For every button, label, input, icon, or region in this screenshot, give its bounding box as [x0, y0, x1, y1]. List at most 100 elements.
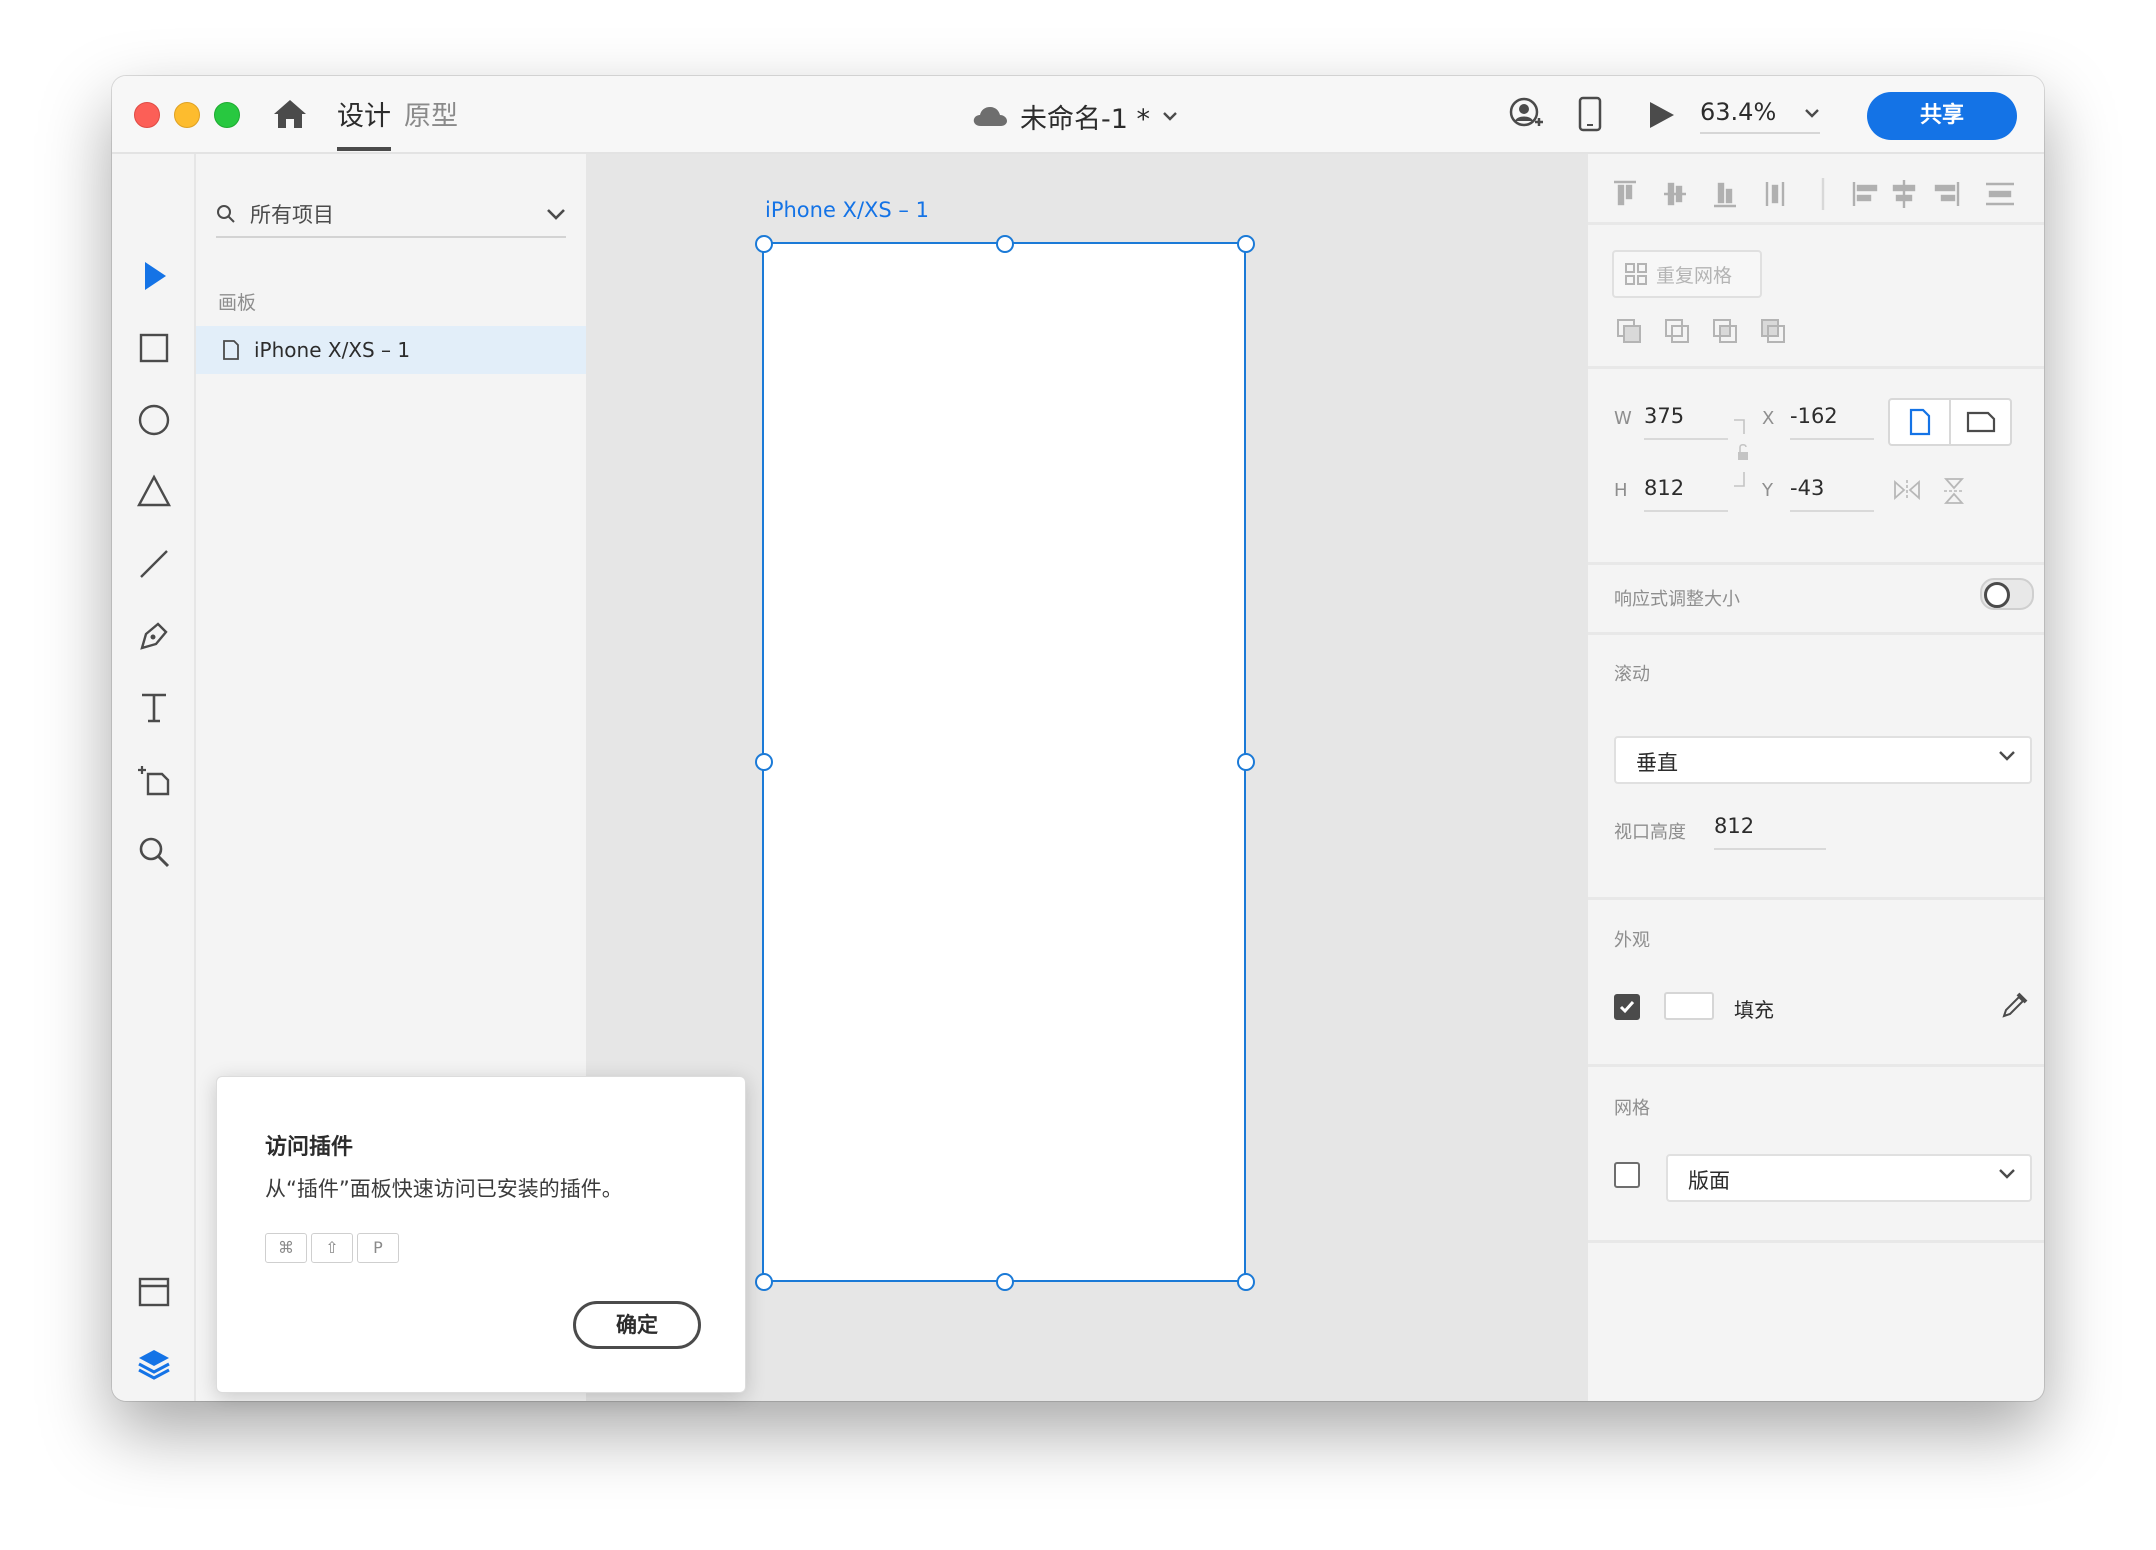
document-title-menu[interactable]: 未命名-1 * — [972, 96, 1178, 136]
flip-horizontal-icon[interactable] — [1892, 478, 1922, 502]
chevron-down-icon[interactable] — [546, 208, 566, 220]
artboard-tool-icon[interactable] — [136, 762, 172, 798]
resize-handle-right[interactable] — [1237, 753, 1255, 771]
repeat-grid-label: 重复网格 — [1656, 264, 1733, 287]
y-label: Y — [1762, 480, 1773, 501]
x-field[interactable]: -162 — [1790, 404, 1874, 440]
portrait-button[interactable] — [1890, 400, 1951, 444]
layers-panel-icon[interactable] — [136, 1346, 172, 1382]
ok-button[interactable]: 确定 — [573, 1301, 701, 1349]
select-tool-icon[interactable] — [136, 258, 172, 294]
chevron-down-icon — [1163, 112, 1177, 121]
repeat-grid-icon — [1625, 263, 1647, 285]
divider — [1588, 1064, 2044, 1067]
divider — [1588, 562, 2044, 565]
grid-checkbox[interactable] — [1614, 1162, 1640, 1188]
landscape-icon — [1966, 411, 1995, 433]
grid-type-dropdown[interactable]: 版面 — [1666, 1154, 2032, 1202]
scroll-value: 垂直 — [1636, 751, 1678, 775]
shortcut-keys: ⌘ ⇧ P — [265, 1233, 399, 1263]
minimize-window-button[interactable] — [174, 102, 200, 128]
resize-handle-bottom-left[interactable] — [755, 1273, 773, 1291]
responsive-resize-label: 响应式调整大小 — [1614, 589, 1740, 610]
property-inspector: 重复网格 W 375 X -162 H 812 Y -43 响应式调整大小 滚动… — [1586, 154, 2044, 1399]
line-tool-icon[interactable] — [136, 546, 172, 582]
scroll-dropdown[interactable]: 垂直 — [1614, 736, 2032, 784]
divider — [1588, 1240, 2044, 1243]
zoom-window-button[interactable] — [214, 102, 240, 128]
titlebar: 设计 原型 未命名-1 * 63.4% 共享 — [112, 76, 2044, 154]
divider — [1588, 366, 2044, 369]
shortcut-key-p: P — [357, 1233, 399, 1263]
invite-user-icon[interactable] — [1508, 96, 1544, 132]
shortcut-key-command: ⌘ — [265, 1233, 307, 1263]
toggle-knob — [1984, 582, 2010, 608]
chevron-down-icon — [1805, 109, 1819, 118]
polygon-tool-icon[interactable] — [136, 474, 172, 510]
layer-item-artboard[interactable]: iPhone X/XS – 1 — [196, 326, 586, 374]
height-field[interactable]: 812 — [1644, 476, 1728, 512]
width-label: W — [1614, 408, 1632, 429]
grid-type-value: 版面 — [1688, 1169, 1730, 1193]
artboard[interactable] — [762, 242, 1246, 1282]
plugins-tip-popover: 访问插件 从“插件”面板快速访问已安装的插件。 ⌘ ⇧ P 确定 — [216, 1076, 746, 1393]
close-window-button[interactable] — [134, 102, 160, 128]
boolean-ops-icons[interactable] — [1616, 316, 1796, 346]
layers-search[interactable]: 所有项目 — [216, 192, 566, 238]
divider — [1588, 632, 2044, 635]
landscape-button[interactable] — [1951, 400, 2010, 444]
assets-panel-icon[interactable] — [136, 1274, 172, 1310]
scroll-label: 滚动 — [1614, 664, 1650, 685]
divider — [1588, 222, 2044, 225]
y-field[interactable]: -43 — [1790, 476, 1874, 512]
responsive-resize-toggle[interactable] — [1980, 578, 2034, 610]
resize-handle-top-left[interactable] — [755, 235, 773, 253]
viewport-height-field[interactable]: 812 — [1714, 814, 1826, 850]
flip-vertical-icon[interactable] — [1942, 476, 1966, 506]
popover-title: 访问插件 — [265, 1135, 354, 1160]
portrait-icon — [1909, 408, 1930, 436]
repeat-grid-button[interactable]: 重复网格 — [1612, 250, 1762, 298]
artboard-icon — [223, 340, 239, 360]
artboard-title[interactable]: iPhone X/XS – 1 — [765, 198, 929, 222]
orientation-toggle — [1888, 398, 2012, 446]
align-toolbar — [1614, 178, 2014, 210]
search-icon — [217, 205, 235, 223]
tab-design[interactable]: 设计 — [337, 94, 391, 151]
eyedropper-icon[interactable] — [2000, 990, 2030, 1020]
popover-body: 从“插件”面板快速访问已安装的插件。 — [265, 1177, 623, 1201]
lock-aspect-icon[interactable] — [1730, 418, 1750, 488]
cloud-icon — [973, 107, 1007, 126]
home-icon[interactable] — [272, 98, 308, 130]
width-field[interactable]: 375 — [1644, 404, 1728, 440]
fill-checkbox[interactable] — [1614, 994, 1640, 1020]
rectangle-tool-icon[interactable] — [136, 330, 172, 366]
play-icon[interactable] — [1648, 100, 1676, 130]
check-icon — [1619, 1001, 1635, 1014]
height-label: H — [1614, 480, 1628, 501]
x-label: X — [1762, 408, 1775, 429]
zoom-select[interactable]: 63.4% — [1700, 98, 1820, 134]
fill-label: 填充 — [1734, 998, 1774, 1022]
search-placeholder: 所有项目 — [250, 203, 334, 227]
resize-handle-bottom[interactable] — [996, 1273, 1014, 1291]
resize-handle-top[interactable] — [996, 235, 1014, 253]
chevron-down-icon — [1999, 751, 2015, 761]
tool-bar — [112, 154, 196, 1401]
chevron-down-icon — [1999, 1169, 2015, 1179]
resize-handle-bottom-right[interactable] — [1237, 1273, 1255, 1291]
resize-handle-top-right[interactable] — [1237, 235, 1255, 253]
viewport-height-label: 视口高度 — [1614, 822, 1686, 843]
layer-item-label: iPhone X/XS – 1 — [254, 338, 411, 362]
fill-color-swatch[interactable] — [1664, 992, 1714, 1020]
divider — [1588, 897, 2044, 900]
resize-handle-left[interactable] — [755, 753, 773, 771]
text-tool-icon[interactable] — [136, 690, 172, 726]
device-preview-icon[interactable] — [1578, 96, 1602, 132]
zoom-tool-icon[interactable] — [136, 834, 172, 870]
document-title: 未命名-1 * — [1020, 103, 1151, 135]
ellipse-tool-icon[interactable] — [136, 402, 172, 438]
tab-prototype[interactable]: 原型 — [404, 94, 458, 147]
pen-tool-icon[interactable] — [136, 618, 172, 654]
share-button[interactable]: 共享 — [1867, 92, 2017, 140]
